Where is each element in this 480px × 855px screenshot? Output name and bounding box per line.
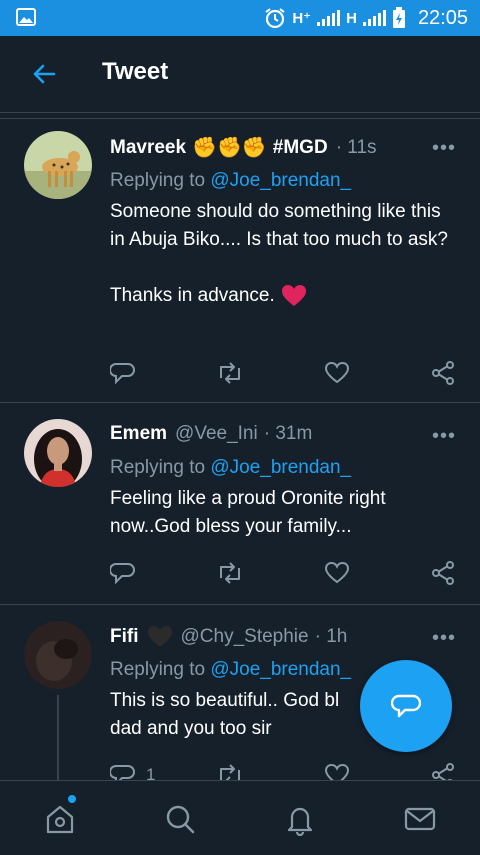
display-name[interactable]: Mavreek: [110, 137, 186, 159]
username[interactable]: @Vee_Ini: [175, 423, 258, 445]
notification-dot: [68, 795, 76, 803]
compose-reply-button[interactable]: [360, 660, 452, 752]
replying-to-label: Replying to: [110, 170, 206, 191]
like-button[interactable]: [324, 559, 350, 587]
reply-icon: [110, 563, 135, 585]
thread-line: [57, 695, 59, 780]
page-title: Tweet: [102, 58, 169, 85]
mention-link[interactable]: @Joe_brendan_: [210, 659, 351, 680]
reply-bubble-icon: [391, 694, 421, 718]
timestamp: · 31m: [263, 423, 313, 444]
tweet-reply[interactable]: Emem @Vee_Ini · 31m ••• Replying to @Joe…: [0, 403, 480, 603]
share-button[interactable]: [430, 761, 456, 780]
home-icon: [46, 805, 74, 834]
tweet-actions: 1: [110, 761, 460, 780]
bell-icon: [287, 807, 313, 836]
reply-count: 1: [146, 765, 156, 780]
red-heart-emoji-icon: [281, 285, 306, 306]
retweet-icon: [220, 764, 240, 780]
tweet-header: Emem @Vee_Ini · 31m: [110, 423, 312, 445]
replying-to: Replying to @Joe_brendan_: [110, 170, 351, 192]
tweet-text: Feeling like a proud Oronite right now..…: [110, 488, 386, 537]
tab-notifications[interactable]: [280, 799, 320, 839]
tweet-header: Fifi @Chy_Stephie · 1h: [110, 625, 347, 649]
reply-icon: [110, 363, 135, 385]
more-options-icon[interactable]: •••: [432, 137, 456, 160]
share-button[interactable]: [430, 559, 456, 587]
header: Tweet: [0, 36, 480, 113]
replying-to-label: Replying to: [110, 659, 206, 680]
retweet-button[interactable]: [216, 761, 254, 780]
gallery-icon: [16, 8, 36, 26]
more-options-icon[interactable]: •••: [432, 627, 456, 650]
tweet-header: Mavreek ✊✊✊ #MGD · 11s: [110, 135, 377, 160]
mention-link[interactable]: @Joe_brendan_: [210, 457, 351, 478]
avatar[interactable]: [24, 621, 92, 689]
tweet-text: Someone should do something like this in…: [110, 198, 455, 310]
alarm-icon: [265, 8, 285, 29]
tweet-actions: [110, 359, 460, 387]
like-button[interactable]: [324, 761, 350, 780]
retweet-button[interactable]: [216, 359, 254, 387]
replying-to: Replying to @Joe_brendan_: [110, 659, 351, 681]
avatar[interactable]: [24, 131, 92, 199]
arrow-left-icon[interactable]: [28, 58, 60, 90]
clock: 22:05: [417, 6, 468, 29]
reply-button[interactable]: [110, 359, 146, 387]
status-bar: H⁺ H 22:05: [0, 0, 480, 36]
dark-avatar-image: [24, 621, 92, 689]
network-type-2: H: [346, 9, 357, 27]
signal-icon: [317, 10, 341, 26]
tweet-text-paragraph: Thanks in advance.: [110, 285, 275, 306]
tweet-actions: [110, 559, 460, 587]
fist-emoji: ✊✊✊: [192, 137, 267, 159]
tab-search[interactable]: [160, 799, 200, 839]
share-icon: [432, 763, 454, 780]
bottom-navigation: [0, 780, 480, 855]
retweet-button[interactable]: [216, 559, 254, 587]
like-button[interactable]: [324, 359, 350, 387]
cheetah-avatar-image: [24, 131, 92, 199]
woman-avatar-image: [24, 419, 92, 487]
mention-link[interactable]: @Joe_brendan_: [210, 170, 351, 191]
share-button[interactable]: [430, 359, 456, 387]
timestamp: · 11s: [335, 136, 377, 158]
network-type-1: H⁺: [292, 10, 312, 27]
battery-icon: [392, 7, 405, 28]
tab-messages[interactable]: [400, 799, 440, 839]
signal-icon-2: [362, 10, 386, 26]
reply-icon: [110, 765, 135, 780]
reply-button[interactable]: 1: [110, 761, 155, 780]
more-options-icon[interactable]: •••: [432, 425, 456, 448]
heart-icon: [324, 763, 350, 780]
avatar[interactable]: [24, 419, 92, 487]
black-heart-emoji-icon: [147, 626, 172, 647]
replying-to: Replying to @Joe_brendan_: [110, 457, 351, 479]
retweet-icon: [220, 362, 240, 384]
share-icon: [432, 361, 454, 385]
tweet-reply[interactable]: Mavreek ✊✊✊ #MGD · 11s ••• Replying to @…: [0, 119, 480, 402]
display-name[interactable]: Fifi: [110, 626, 139, 648]
reply-button[interactable]: [110, 559, 146, 587]
heart-icon: [324, 561, 350, 584]
retweet-icon: [220, 562, 240, 584]
mail-icon: [404, 807, 436, 831]
heart-icon: [324, 361, 350, 384]
replying-to-label: Replying to: [110, 457, 206, 478]
tab-home[interactable]: [40, 799, 80, 839]
tweet-text-paragraph: Someone should do something like this in…: [110, 201, 448, 250]
username[interactable]: @Chy_Stephie: [181, 626, 309, 648]
share-icon: [432, 561, 454, 585]
display-name[interactable]: Emem: [110, 423, 167, 445]
display-name-suffix: #MGD: [272, 136, 328, 158]
timestamp: · 1h: [314, 626, 348, 647]
search-icon: [166, 805, 195, 834]
